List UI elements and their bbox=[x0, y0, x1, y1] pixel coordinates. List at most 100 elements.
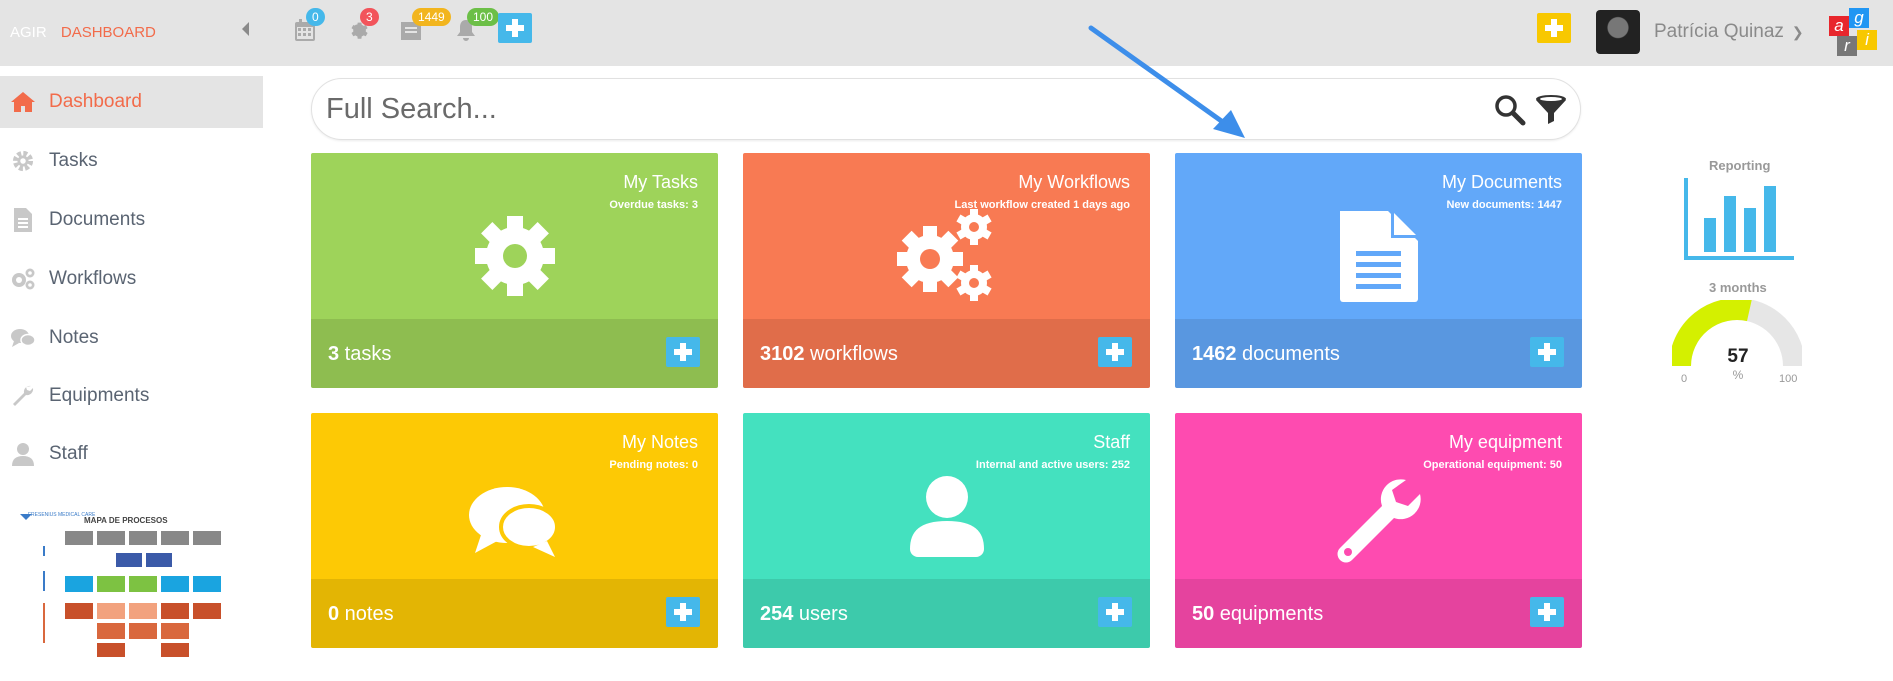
card-count-unit: documents bbox=[1236, 343, 1340, 365]
gear-icon bbox=[474, 215, 556, 302]
card-count: 1462 documents bbox=[1192, 343, 1340, 366]
wrench-icon bbox=[10, 384, 36, 408]
sidebar-item-dashboard[interactable]: Dashboard bbox=[0, 76, 263, 128]
logo-letter-a: a bbox=[1829, 16, 1849, 36]
reporting-chart-icon[interactable] bbox=[1684, 178, 1794, 265]
document-icon bbox=[1339, 209, 1419, 308]
sidebar-item-notes[interactable]: Notes bbox=[0, 312, 263, 364]
sidebar-item-tasks[interactable]: Tasks bbox=[0, 135, 263, 187]
search-bar bbox=[311, 78, 1581, 140]
card-title: My equipment bbox=[1448, 432, 1562, 452]
card-footer: 3 tasks bbox=[311, 319, 718, 388]
card-count-value: 50 bbox=[1192, 603, 1215, 625]
documents-button[interactable]: 1449 bbox=[400, 8, 451, 44]
collapse-sidebar-icon[interactable] bbox=[242, 22, 249, 36]
card-subtitle: Pending notes: 0 bbox=[609, 459, 698, 471]
user-icon bbox=[909, 475, 984, 562]
card-count: 50 equipments bbox=[1192, 603, 1323, 626]
card-count: 254 users bbox=[760, 603, 848, 626]
gauge-value: 57 bbox=[1727, 346, 1749, 367]
sidebar-item-label: Staff bbox=[49, 443, 88, 464]
section-name: DASHBOARD bbox=[60, 24, 156, 41]
card-footer: 254 users bbox=[743, 579, 1150, 648]
quick-add-button[interactable] bbox=[1537, 13, 1571, 43]
notifications-badge: 100 bbox=[467, 8, 500, 26]
card-count-unit: equipments bbox=[1214, 603, 1324, 625]
card-count-unit: tasks bbox=[339, 343, 392, 365]
annotation-arrow bbox=[1088, 25, 1245, 138]
card-footer: 1462 documents bbox=[1175, 319, 1582, 388]
sidebar: Dashboard Tasks Documents Workflows Note… bbox=[0, 66, 263, 681]
card-subtitle: New documents: 1447 bbox=[1446, 199, 1562, 211]
card-my-notes[interactable]: 0 notes My Notes Pending notes: 0 bbox=[311, 413, 718, 648]
app-name: AGIR bbox=[10, 24, 47, 41]
filter-icon[interactable] bbox=[1534, 94, 1568, 131]
card-count: 3102 workflows bbox=[760, 343, 898, 366]
sidebar-item-staff[interactable]: Staff bbox=[0, 428, 263, 480]
add-document-button[interactable] bbox=[1530, 337, 1564, 367]
card-title: My Notes bbox=[621, 432, 698, 452]
card-count-value: 3 bbox=[328, 343, 340, 365]
user-icon bbox=[10, 442, 36, 466]
card-staff[interactable]: 254 users Staff Internal and active user… bbox=[743, 413, 1150, 648]
sidebar-item-documents[interactable]: Documents bbox=[0, 194, 263, 246]
card-subtitle: Operational equipment: 50 bbox=[1423, 459, 1562, 471]
user-name: Patrícia Quinaz bbox=[1654, 21, 1784, 42]
sidebar-item-label: Equipments bbox=[49, 385, 150, 406]
sidebar-item-label: Tasks bbox=[49, 150, 98, 171]
card-footer: 50 equipments bbox=[1175, 579, 1582, 648]
user-menu[interactable]: Patrícia Quinaz ❯ bbox=[1596, 10, 1804, 54]
add-task-button[interactable] bbox=[666, 337, 700, 367]
add-button[interactable] bbox=[498, 13, 532, 43]
sidebar-item-label: Notes bbox=[49, 327, 99, 348]
gear-icon bbox=[10, 149, 36, 173]
card-count-value: 3102 bbox=[760, 343, 805, 365]
gears-icon bbox=[896, 209, 998, 308]
card-title: Staff bbox=[1093, 432, 1130, 452]
process-map-thumbnail[interactable]: FRESENIUS MEDICAL CARE MAPA DE PROCESOS bbox=[18, 511, 228, 673]
settings-button[interactable]: 3 bbox=[348, 8, 379, 44]
card-my-tasks[interactable]: 3 tasks My Tasks Overdue tasks: 3 bbox=[311, 153, 718, 388]
gauge-min: 0 bbox=[1681, 373, 1688, 385]
sidebar-item-label: Workflows bbox=[49, 268, 137, 289]
card-title: My Workflows bbox=[1018, 172, 1130, 192]
chevron-down-icon: ❯ bbox=[1791, 23, 1804, 40]
logo-letter-g: g bbox=[1849, 8, 1869, 28]
card-count-unit: workflows bbox=[804, 343, 898, 365]
period-label: 3 months bbox=[1709, 280, 1767, 295]
calendar-button[interactable]: 0 bbox=[294, 8, 325, 44]
sidebar-item-workflows[interactable]: Workflows bbox=[0, 253, 263, 305]
card-count: 0 notes bbox=[328, 603, 394, 626]
chat-icon bbox=[467, 483, 563, 564]
gauge-unit: % bbox=[1732, 368, 1744, 382]
card-count: 3 tasks bbox=[328, 343, 391, 366]
logo-letter-r: r bbox=[1837, 36, 1857, 56]
card-my-documents[interactable]: 1462 documents My Documents New document… bbox=[1175, 153, 1582, 388]
card-my-equipment[interactable]: 50 equipments My equipment Operational e… bbox=[1175, 413, 1582, 648]
card-count-value: 1462 bbox=[1192, 343, 1237, 365]
card-count-value: 0 bbox=[328, 603, 340, 625]
add-user-button[interactable] bbox=[1098, 597, 1132, 627]
add-note-button[interactable] bbox=[666, 597, 700, 627]
search-input[interactable] bbox=[326, 87, 1476, 131]
add-workflow-button[interactable] bbox=[1098, 337, 1132, 367]
reporting-label: Reporting bbox=[1709, 158, 1771, 173]
calendar-badge: 0 bbox=[306, 8, 325, 26]
notifications-button[interactable]: 100 bbox=[455, 8, 500, 44]
card-subtitle: Overdue tasks: 3 bbox=[609, 199, 698, 211]
document-icon bbox=[10, 208, 36, 232]
search-icon[interactable] bbox=[1494, 94, 1526, 131]
add-equipment-button[interactable] bbox=[1530, 597, 1564, 627]
card-title: My Tasks bbox=[623, 172, 698, 192]
avatar bbox=[1596, 10, 1640, 54]
settings-badge: 3 bbox=[360, 8, 379, 26]
card-count-unit: users bbox=[793, 603, 848, 625]
card-footer: 3102 workflows bbox=[743, 319, 1150, 388]
sidebar-item-equipments[interactable]: Equipments bbox=[0, 370, 263, 422]
wrench-icon bbox=[1336, 478, 1422, 569]
brand[interactable]: AGIR DASHBOARD bbox=[10, 24, 156, 41]
card-subtitle: Internal and active users: 252 bbox=[975, 459, 1130, 471]
top-bar: AGIR DASHBOARD 0 3 1449 100 Patrícia Qui… bbox=[0, 0, 1893, 66]
card-footer: 0 notes bbox=[311, 579, 718, 648]
card-my-workflows[interactable]: 3102 workflows My Workflows Last workflo… bbox=[743, 153, 1150, 388]
